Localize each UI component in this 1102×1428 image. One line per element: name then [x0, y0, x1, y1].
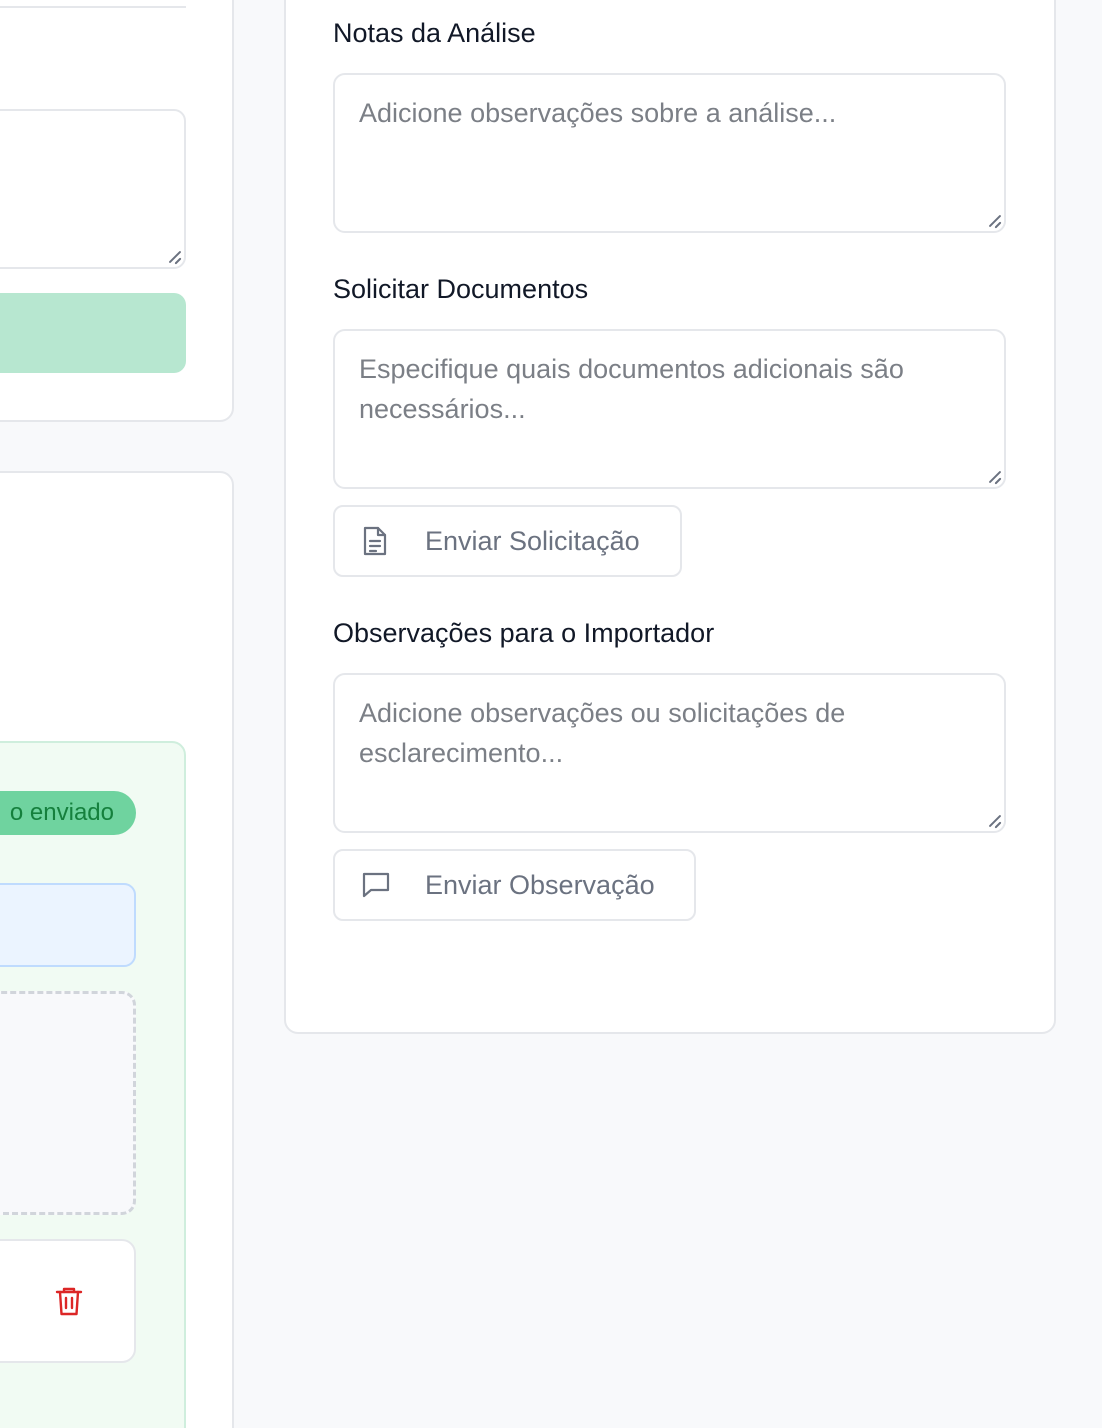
notes-label: Notas da Análise [333, 18, 536, 48]
document-icon [361, 525, 391, 557]
resize-handle-icon[interactable] [987, 814, 1001, 828]
importer-notes-textarea[interactable]: Adicione observações ou solicitações de … [333, 673, 1006, 833]
notes-placeholder: Adicione observações sobre a análise... [359, 98, 837, 128]
page-canvas: o enviado Notas da Análise Adicione obse… [0, 0, 1102, 1428]
request-documents-textarea[interactable]: Especifique quais documentos adicionais … [333, 329, 1006, 489]
importer-notes-label: Observações para o Importador [333, 618, 715, 648]
trash-icon[interactable] [55, 1285, 83, 1317]
send-request-label: Enviar Solicitação [425, 525, 640, 556]
importer-notes-placeholder: Adicione observações ou solicitações de … [359, 698, 846, 768]
file-dropzone[interactable] [0, 991, 136, 1215]
send-observation-button[interactable]: Enviar Observação [333, 849, 696, 921]
left-submit-button[interactable] [0, 293, 186, 373]
info-box [0, 883, 136, 967]
request-documents-placeholder: Especifique quais documentos adicionais … [359, 354, 904, 424]
send-observation-label: Enviar Observação [425, 869, 655, 900]
notes-textarea[interactable]: Adicione observações sobre a análise... [333, 73, 1006, 233]
status-badge: o enviado [0, 791, 136, 835]
resize-handle-icon[interactable] [987, 214, 1001, 228]
message-icon [361, 869, 391, 901]
left-textarea[interactable] [0, 109, 186, 269]
request-documents-label: Solicitar Documentos [333, 274, 589, 304]
left-divider [0, 6, 186, 8]
resize-handle-icon[interactable] [987, 470, 1001, 484]
send-request-button[interactable]: Enviar Solicitação [333, 505, 682, 577]
resize-handle-icon[interactable] [167, 250, 181, 264]
